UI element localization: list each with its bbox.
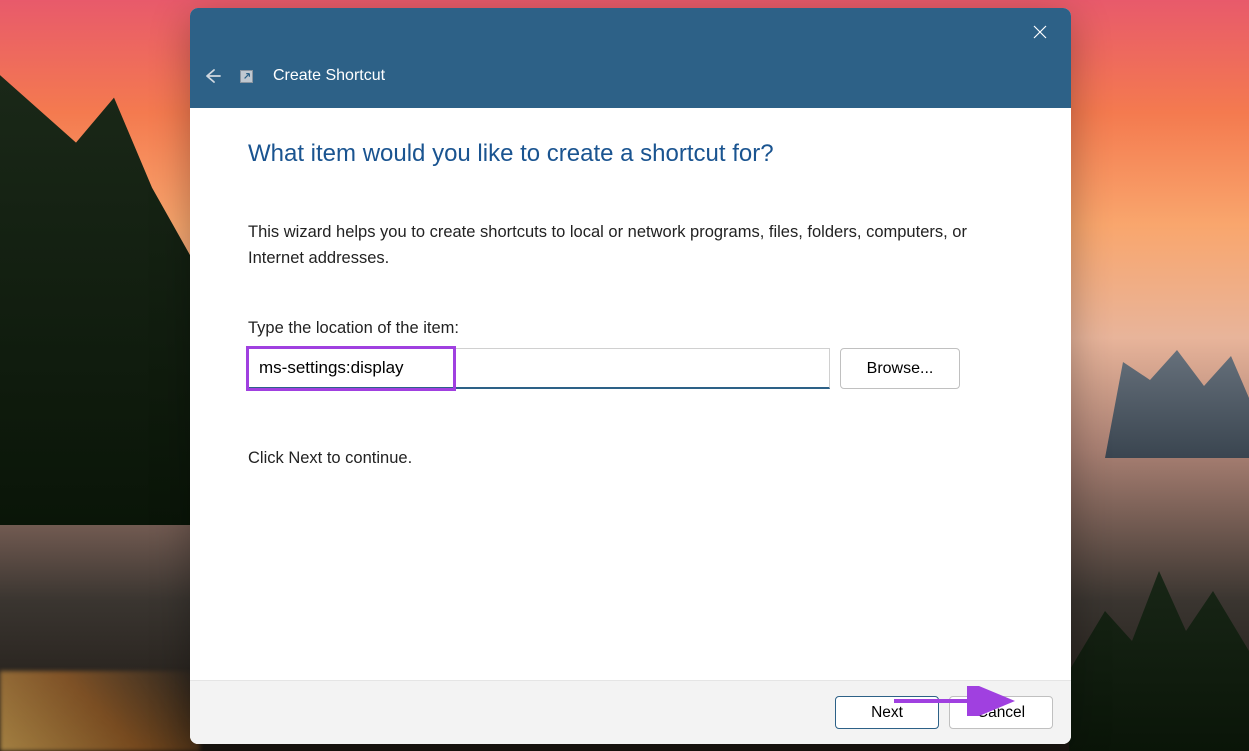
close-icon: [1033, 25, 1047, 39]
browse-button[interactable]: Browse...: [840, 348, 960, 389]
dialog-description: This wizard helps you to create shortcut…: [248, 220, 1013, 271]
back-arrow-icon: [202, 66, 222, 86]
location-label: Type the location of the item:: [248, 319, 1013, 338]
dialog-heading: What item would you like to create a sho…: [248, 140, 1013, 168]
next-button[interactable]: Next: [835, 696, 939, 729]
dialog-body: What item would you like to create a sho…: [190, 108, 1071, 680]
continue-text: Click Next to continue.: [248, 449, 1013, 468]
dialog-footer: Next Cancel: [190, 680, 1071, 744]
close-button[interactable]: [1017, 16, 1063, 48]
back-button[interactable]: [202, 66, 222, 86]
location-input[interactable]: [248, 348, 830, 389]
shortcut-icon: [240, 70, 253, 83]
create-shortcut-dialog: Create Shortcut What item would you like…: [190, 8, 1071, 744]
window-title: Create Shortcut: [273, 67, 385, 85]
titlebar: Create Shortcut: [190, 8, 1071, 108]
cancel-button[interactable]: Cancel: [949, 696, 1053, 729]
